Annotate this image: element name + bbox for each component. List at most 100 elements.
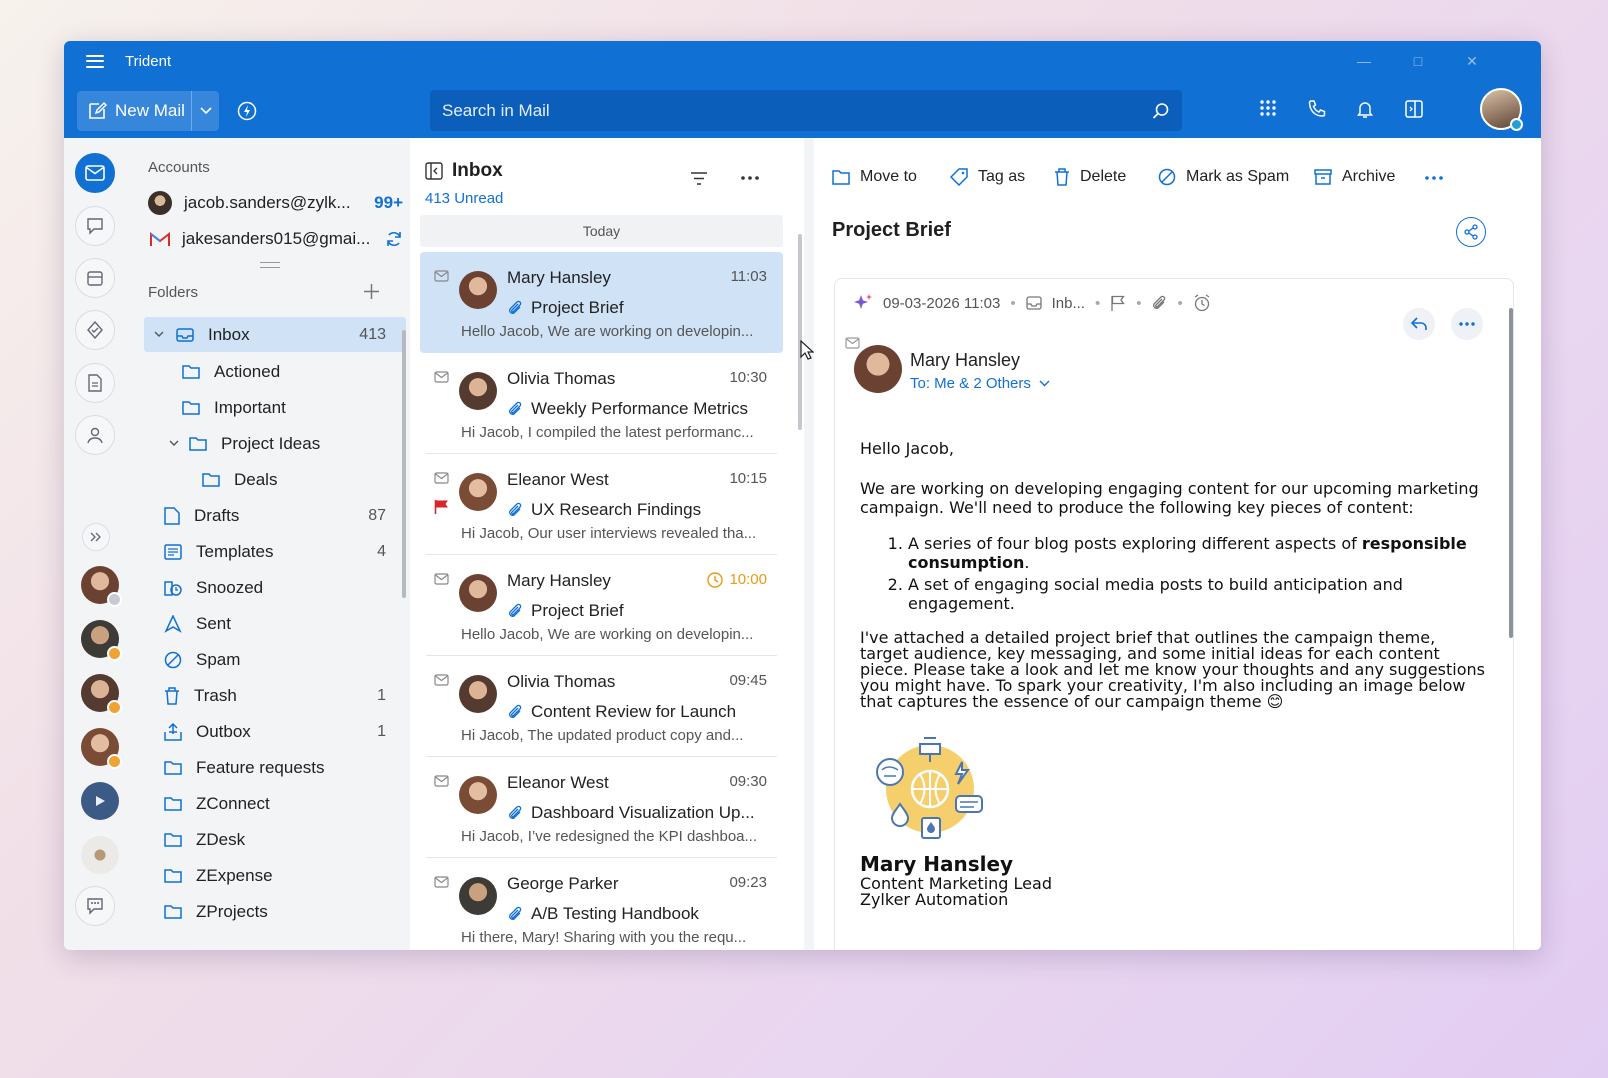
folder-templates[interactable]: Templates 4 [164,534,406,569]
add-folder-icon[interactable] [364,284,379,299]
envelope-icon[interactable] [434,876,449,888]
reply-button[interactable] [1403,308,1435,340]
menu-icon[interactable] [86,54,104,68]
draft-icon [164,506,180,525]
sender-avatar[interactable] [854,345,902,393]
channel-avatar[interactable] [81,782,119,820]
more-actions-icon[interactable] [1425,176,1443,180]
profile-avatar[interactable] [1480,88,1523,131]
envelope-icon[interactable] [434,472,449,484]
sync-icon[interactable] [385,230,403,248]
share-button[interactable] [1456,217,1486,247]
envelope-icon[interactable] [434,270,449,282]
paperclip-icon[interactable] [1151,295,1167,311]
contact-avatar-2[interactable] [81,620,122,661]
flag-icon[interactable] [1110,295,1126,311]
search-icon[interactable] [1152,102,1170,120]
contact-avatar-3[interactable] [81,674,122,715]
mail-item[interactable]: Olivia Thomas 09:45 Content Review for L… [420,656,783,757]
folder-actioned[interactable]: Actioned [182,354,406,389]
envelope-icon[interactable] [434,674,449,686]
chevron-down-icon[interactable] [169,440,179,447]
rail-mail-button[interactable] [75,153,115,193]
envelope-icon[interactable] [434,775,449,787]
envelope-icon[interactable] [434,371,449,383]
new-mail-main[interactable]: New Mail [77,91,191,131]
more-icon[interactable] [741,176,759,180]
alarm-clock-icon[interactable] [1193,294,1211,312]
sender-name[interactable]: Mary Hansley [910,350,1020,371]
folder-inbox[interactable]: Inbox 413 [144,317,406,352]
unread-count[interactable]: 413 Unread [425,190,503,207]
rail-notes-button[interactable] [75,363,115,403]
folder-feature-requests[interactable]: Feature requests [164,750,406,785]
bell-icon[interactable] [1355,99,1375,119]
collapse-panel-icon[interactable] [425,162,443,180]
account-gmail[interactable]: jakesanders015@gmai... [148,224,403,254]
mail-item[interactable]: Mary Hansley 11:03 Project Brief Hello J… [420,252,783,353]
expand-rail-button[interactable] [82,523,110,551]
flag-icon[interactable] [434,499,449,514]
folder-spam[interactable]: Spam [164,642,406,677]
delete-button[interactable]: Delete [1054,168,1126,186]
tag-as-label: Tag as [978,168,1026,185]
folder-drafts[interactable]: Drafts 87 [164,498,406,533]
recipients-text: To: Me & 2 Others [910,375,1031,392]
panel-toggle-icon[interactable] [1404,99,1424,119]
folder-trash[interactable]: Trash 1 [164,678,406,713]
resize-handle[interactable] [260,262,280,268]
account-zylker[interactable]: jacob.sanders@zylk... 99+ [148,188,403,218]
new-mail-button[interactable]: New Mail [77,91,219,131]
folder-outbox[interactable]: Outbox 1 [164,714,406,749]
folder-project-ideas[interactable]: Project Ideas [164,426,406,461]
apps-grid-icon[interactable] [1259,99,1277,117]
minimize-icon[interactable]: — [1349,50,1379,72]
reader-scrollbar[interactable] [1509,308,1513,638]
list-scrollbar[interactable] [798,234,802,430]
search-input[interactable]: Search in Mail [442,101,1152,121]
mail-item[interactable]: Olivia Thomas 10:30 Weekly Performance M… [420,353,783,454]
rail-calendar-button[interactable] [75,258,115,298]
rail-contacts-button[interactable] [75,415,115,455]
contact-avatar-1[interactable] [81,566,122,607]
bot-avatar[interactable] [81,836,119,874]
folder-label: Drafts [194,505,240,525]
folder-zconnect[interactable]: ZConnect [164,786,406,821]
quick-actions-icon[interactable] [237,101,257,121]
search-bar[interactable]: Search in Mail [430,90,1182,131]
folder-zexpense[interactable]: ZExpense [164,858,406,893]
folder-zdesk[interactable]: ZDesk [164,822,406,857]
folder-important[interactable]: Important [182,390,406,425]
new-mail-dropdown[interactable] [191,91,219,131]
contact-avatar-4[interactable] [81,728,122,769]
mark-as-spam-button[interactable]: Mark as Spam [1158,168,1289,186]
mail-item[interactable]: George Parker 09:23 A/B Testing Handbook… [420,858,783,950]
folder-sent[interactable]: Sent [164,606,406,641]
sparkle-icon[interactable] [853,293,873,313]
rail-tasks-button[interactable] [75,310,115,350]
envelope-icon[interactable] [845,337,860,349]
rail-feedback-button[interactable] [75,886,115,926]
chevron-down-icon[interactable] [154,331,164,338]
rail-chat-button[interactable] [75,206,115,246]
filter-icon[interactable] [690,172,708,185]
envelope-icon[interactable] [434,573,449,585]
folder-zprojects[interactable]: ZProjects [164,894,406,929]
archive-button[interactable]: Archive [1314,168,1395,186]
recipients-toggle[interactable]: To: Me & 2 Others [910,375,1050,392]
folder-deals[interactable]: Deals [202,462,406,497]
mail-item[interactable]: Eleanor West 09:30 Dashboard Visualizati… [420,757,783,858]
move-to-button[interactable]: Move to [832,168,917,186]
snooze-icon [164,580,182,596]
folder-scrollbar[interactable] [402,330,406,598]
maximize-icon[interactable]: □ [1403,50,1433,72]
mail-item[interactable]: Mary Hansley 10:00 Project Brief Hello J… [420,555,783,656]
phone-icon[interactable] [1307,99,1327,119]
message-more-button[interactable] [1451,308,1483,340]
tag-as-button[interactable]: Tag as [950,168,1025,186]
mail-item[interactable]: Eleanor West 10:15 UX Research Findings … [420,454,783,555]
close-icon[interactable]: ✕ [1457,50,1487,72]
folder-snoozed[interactable]: Snoozed [164,570,406,605]
spam-icon [1158,168,1176,186]
double-chevron-right-icon [90,532,101,542]
